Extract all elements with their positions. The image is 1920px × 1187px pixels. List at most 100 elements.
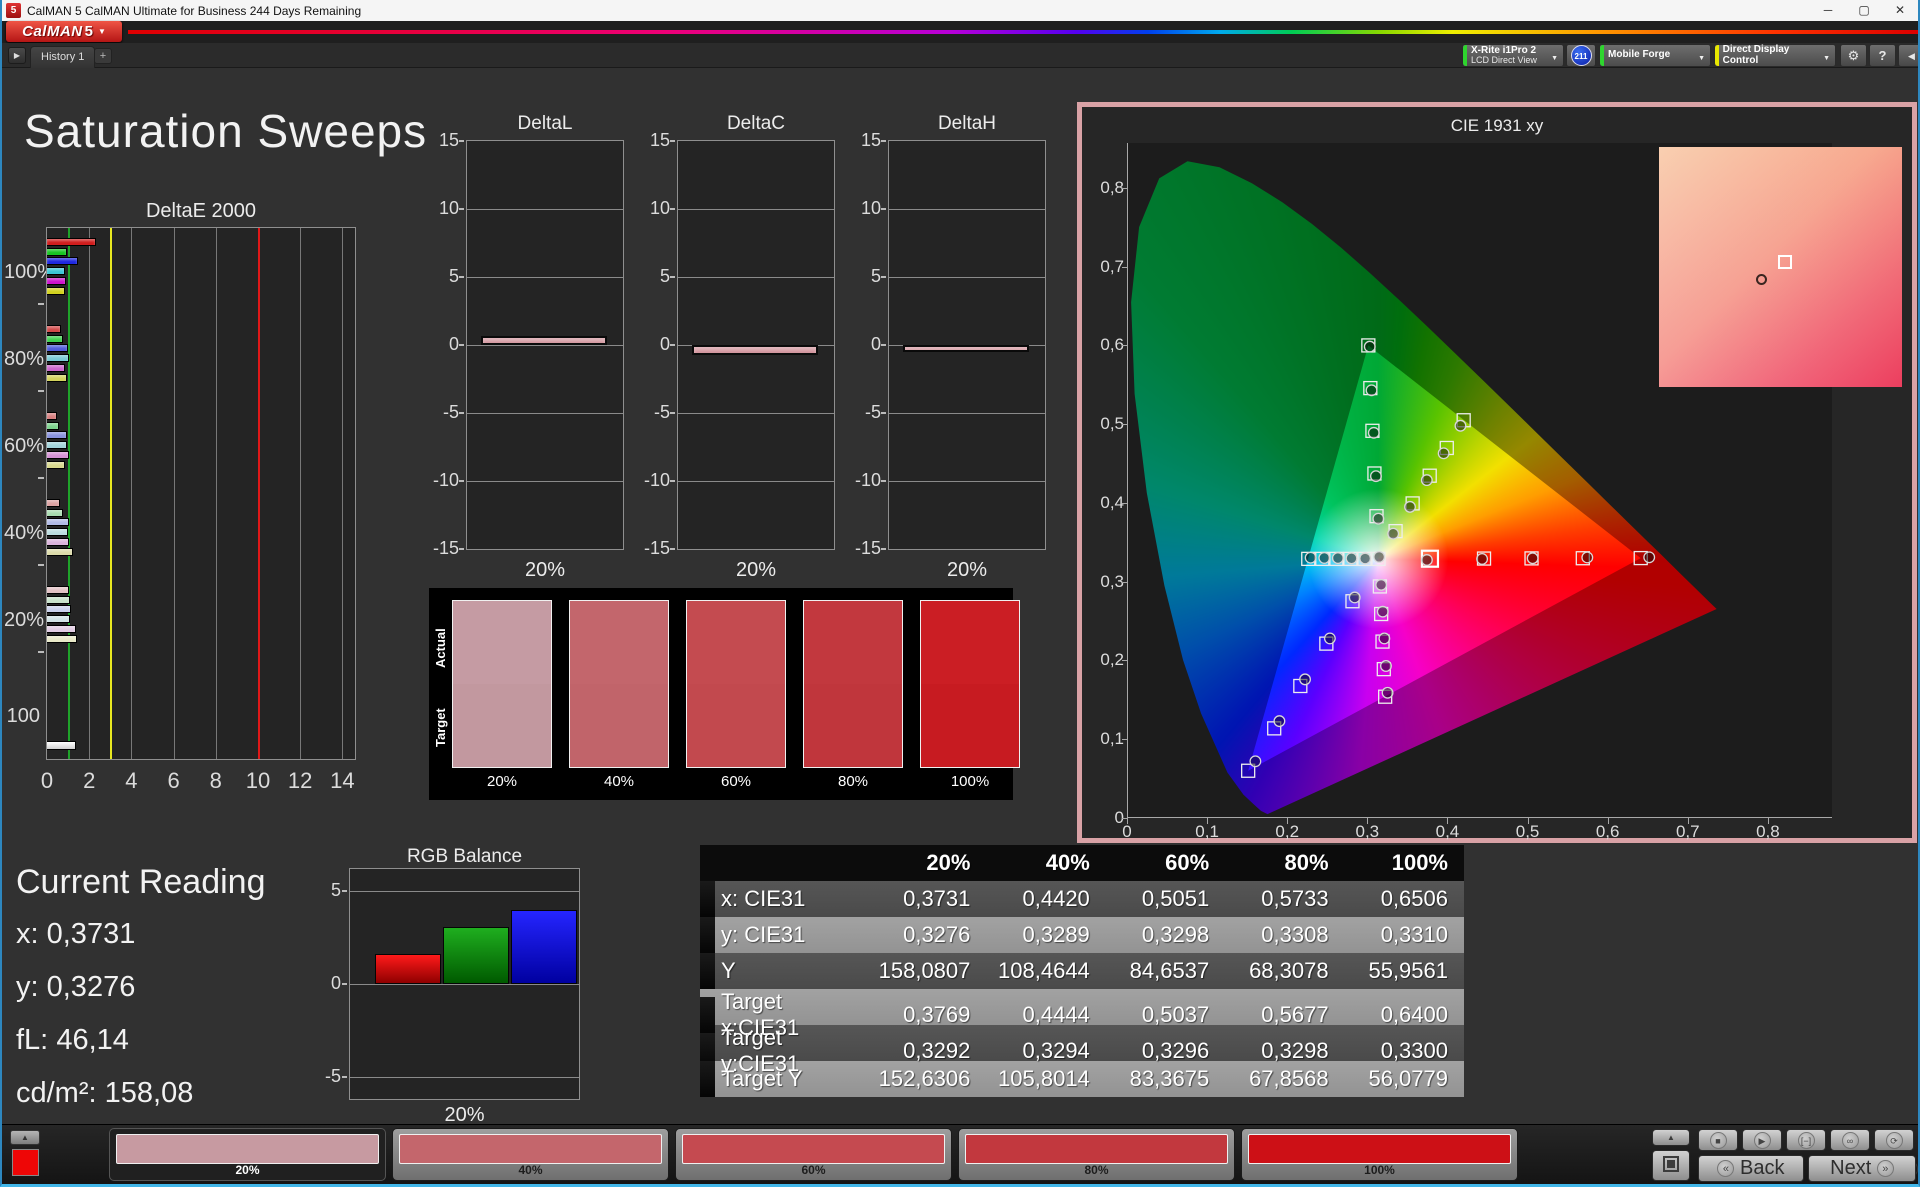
y-tick-label: 0 [659,334,670,354]
x-axis-tick [1527,818,1529,824]
y-axis-tick [1122,424,1128,426]
patch-collapse-button[interactable]: ▲ [10,1130,40,1145]
gridline [350,1076,579,1078]
gridline [889,481,1045,482]
refresh-button[interactable]: ⟳ [1874,1129,1914,1151]
y-axis-tick [670,140,675,142]
saturation-swatch-button-40%[interactable]: 40% [392,1128,669,1181]
help-icon[interactable]: ? [1869,44,1896,67]
cie-measured-point [1373,550,1386,563]
saturation-swatch-button-20%[interactable]: 20% [109,1128,386,1181]
deltae-bar [47,460,65,469]
patch-window-button[interactable] [1652,1150,1690,1181]
swatch-column: 60% [686,600,786,790]
deltae-bar [47,450,70,459]
stop-button[interactable]: ■ [1698,1129,1738,1151]
y-axis-tick [881,276,886,278]
delta-plot-area [466,140,624,550]
source-label: Mobile Forge [1604,50,1674,61]
actual-target-swatch [569,600,669,768]
table-cell: 0,4444 [1022,1002,1090,1027]
close-button[interactable]: ✕ [1882,0,1918,21]
deltae-bar [47,518,70,527]
gridline [889,413,1045,414]
swatch-label: 100% [950,773,990,790]
app-icon: 5 [6,3,21,18]
cie-measured-point [1526,552,1539,565]
tab-history-1[interactable]: History 1 [30,46,96,68]
add-tab-button[interactable]: + [94,48,112,64]
saturation-swatch-button-80%[interactable]: 80% [958,1128,1235,1181]
y-tick-label: 80% [4,348,45,370]
next-button[interactable]: Next » [1808,1155,1916,1182]
y-axis-tick [1122,739,1128,741]
table-cell: 0,6400 [1380,1002,1448,1027]
meter-dropdown[interactable]: X-Rite i1Pro 2 LCD Direct View ▼ [1462,44,1564,67]
collapse-panel-icon[interactable]: ◀ [1898,44,1918,67]
table-cell: 0,3731 [903,886,971,911]
y-axis-tick [38,477,44,479]
chart-title: DeltaC [726,113,786,134]
minimize-button[interactable]: ─ [1810,0,1846,21]
y-axis-tick [881,208,886,210]
gridline [678,209,834,210]
logo-brand: CalMAN [22,23,83,40]
saturation-swatch-button-60%[interactable]: 60% [675,1128,952,1181]
delta-y-axis: 15 10 5 0 -5 -10 -15 [633,130,675,558]
display-control-dropdown[interactable]: Direct Display Control ▼ [1714,44,1836,67]
gridline [342,228,344,759]
reading-x-label: x: [16,918,39,950]
reading-count-badge: 211 [1570,45,1592,66]
y-tick-label: 40% [4,522,45,544]
x-axis-tick [1607,818,1609,824]
column-header: 20% [926,850,971,875]
y-tick-label: -5 [324,1065,341,1086]
y-tick-label: 60% [4,435,45,457]
logo-version: 5 [84,23,93,40]
table-cell: 0,3294 [1022,1038,1090,1063]
meter-label: X-Rite i1Pro 2 LCD Direct View [1467,45,1541,66]
inset-measured-point [1756,274,1768,286]
maximize-button[interactable]: ▢ [1846,0,1882,21]
swatch-button-label: 60% [801,1163,826,1177]
saturation-swatch-button-100%[interactable]: 100% [1241,1128,1518,1181]
x-tick-label: 20% [524,559,566,581]
current-patch-swatch [12,1149,39,1176]
gridline [215,228,217,759]
x-tick-label: 0,2 [1275,822,1300,841]
table-cell: 158,0807 [878,958,971,983]
deltae-bar [47,363,65,372]
table-cell: 105,8014 [998,1066,1090,1091]
tab-nav-arrow-button[interactable]: ▶ [8,47,26,64]
calman-logo-menu[interactable]: CalMAN 5 ▼ [6,21,122,42]
back-button[interactable]: « Back [1698,1155,1804,1182]
gridline [889,209,1045,210]
deltac-chart: DeltaC 15 10 5 0 -5 -10 -15 20% [633,113,835,588]
continuous-read-button[interactable]: ∞ [1830,1129,1870,1151]
swatch-label: 80% [837,773,869,790]
table-cell: 0,4420 [1022,886,1090,911]
x-tick-label: 0 [40,768,54,793]
reading-y-label: y: [16,971,39,1003]
rgb-balance-chart: RGB Balance 5 0 -5 20% [302,846,594,1124]
meter-line2: LCD Direct View [1471,55,1537,66]
play-button[interactable]: ▶ [1742,1129,1782,1151]
delta-y-axis: 15 10 5 0 -5 -10 -15 [422,130,464,558]
deltae-bar [47,421,59,430]
x-axis-tick [1447,818,1449,824]
transport-collapse-button[interactable]: ▲ [1652,1129,1690,1146]
deltae-bar [47,431,67,440]
row-label: y: CIE31 [721,922,806,947]
reading-cdm2: cd/m²: 158,08 [16,1077,193,1110]
x-tick-label: 0,6 [1595,822,1620,841]
table-cell: 56,0779 [1368,1066,1448,1091]
y-tick-label: 0 [1114,808,1124,827]
swatch-label: 20% [486,773,518,790]
interval-read-button[interactable]: [−] [1786,1129,1826,1151]
chevron-down-icon: ▼ [97,27,106,36]
table-cell: 0,3292 [903,1038,971,1063]
reading-x-value: 0,3731 [46,918,136,950]
gear-icon[interactable]: ⚙ [1840,44,1867,67]
source-dropdown[interactable]: Mobile Forge ▼ [1599,44,1711,67]
deltae-extra-bar [47,741,76,750]
